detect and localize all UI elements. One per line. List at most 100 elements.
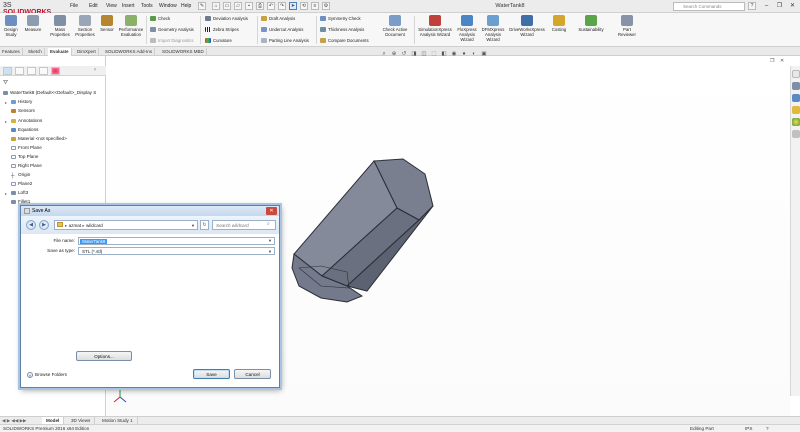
forward-arrow-icon[interactable]: ▶ — [39, 220, 49, 230]
rebuild-icon[interactable]: ⟲ — [300, 2, 308, 10]
doc-restore-icon[interactable]: ❐ — [770, 58, 774, 64]
apply-scene-icon[interactable]: ◐ — [470, 50, 478, 58]
tree-item-sensors[interactable]: Sensors — [11, 108, 35, 113]
edit-appearance-icon[interactable]: ● — [460, 50, 468, 58]
displaymanager-tab-icon[interactable] — [51, 67, 60, 75]
tree-item-front-plane[interactable]: Front Plane — [11, 145, 42, 150]
mass-properties-button[interactable]: Mass Properties — [46, 15, 74, 37]
breadcrumb-item-wildcard[interactable]: wildcard — [86, 223, 103, 228]
curvature-button[interactable]: Curvature — [205, 38, 232, 44]
performance-evaluation-button[interactable]: Performance Evaluation — [117, 15, 145, 37]
thickness-analysis-button[interactable]: Thickness Analysis — [320, 27, 364, 33]
tab-evaluate[interactable]: Evaluate — [48, 48, 72, 56]
water-tank-model[interactable] — [291, 158, 434, 303]
help-question-icon[interactable]: ? — [766, 426, 769, 431]
display-style-icon[interactable]: ◧ — [440, 50, 448, 58]
previous-view-icon[interactable]: ↺ — [400, 50, 408, 58]
menu-tools[interactable]: Tools — [141, 3, 153, 9]
save-as-type-select[interactable]: STL (*.stl) ▼ — [78, 247, 275, 255]
sensor-button[interactable]: Sensor — [98, 15, 116, 32]
address-dropdown-icon[interactable]: ▼ — [191, 221, 195, 230]
dfmxpress-button[interactable]: DFMXpress Analysis Wizard — [480, 15, 506, 42]
tree-item-origin[interactable]: ┼ Origin — [11, 172, 30, 179]
expand-arrow-icon[interactable]: ▸ — [5, 191, 7, 196]
menu-insert[interactable]: Insert — [122, 3, 135, 9]
menu-edit[interactable]: Edit — [89, 3, 98, 9]
expand-arrow-icon[interactable]: ▸ — [5, 119, 7, 124]
address-bar[interactable]: ▸ azmat ▸ wildcard ▼ — [54, 220, 198, 230]
section-properties-button[interactable]: Section Properties — [74, 15, 96, 37]
file-properties-icon[interactable]: ≡ — [311, 2, 319, 10]
zoom-to-fit-icon[interactable]: ⌕ — [380, 50, 388, 58]
tree-root[interactable]: WaterTank8 (Default<<Default>_Display S — [3, 90, 96, 95]
options-gear-icon[interactable]: ⚙ — [322, 2, 330, 10]
doc-close-icon[interactable]: ✕ — [780, 58, 784, 64]
zebra-stripes-button[interactable]: Zebra Stripes — [205, 27, 239, 33]
configurationmanager-tab-icon[interactable] — [27, 67, 36, 75]
sustainability-button[interactable]: Sustainability — [574, 15, 608, 32]
simulationxpress-button[interactable]: SimulationXpress Analysis Wizard — [416, 15, 454, 37]
home-icon[interactable]: ⌂ — [212, 2, 220, 10]
part-reviewer-button[interactable]: Part Reviewer — [614, 15, 640, 37]
menu-file[interactable]: File — [70, 3, 78, 9]
file-name-dropdown-icon[interactable]: ▼ — [268, 238, 272, 243]
print-icon[interactable]: ⎙ — [256, 2, 264, 10]
pin-icon[interactable]: ✎ — [198, 2, 206, 10]
tree-item-material[interactable]: Material <not specified> — [11, 136, 67, 141]
menu-window[interactable]: Window — [159, 3, 177, 9]
measure-button[interactable]: Measure — [22, 15, 44, 32]
save-icon[interactable]: ▪ — [245, 2, 253, 10]
featuremanager-tab-icon[interactable] — [3, 67, 12, 75]
view-palette-icon[interactable] — [792, 106, 800, 114]
close-icon[interactable]: ✕ — [788, 1, 797, 11]
unit-system[interactable]: IPS — [745, 426, 752, 431]
menu-view[interactable]: View — [106, 3, 117, 9]
view-orientation-icon[interactable]: ⬚ — [430, 50, 438, 58]
custom-properties-icon[interactable] — [792, 130, 800, 138]
undo-icon[interactable]: ↶ — [267, 2, 275, 10]
search-icon[interactable]: ⌕ — [267, 221, 270, 227]
save-button[interactable]: Save — [193, 369, 230, 379]
view-settings-icon[interactable]: ▣ — [480, 50, 488, 58]
solidworks-resources-icon[interactable] — [792, 70, 800, 78]
help-question-icon[interactable]: ? — [748, 2, 756, 10]
filter-icon[interactable]: ⛛ — [3, 80, 8, 87]
design-study-button[interactable]: Design Study — [2, 15, 20, 37]
floxpress-button[interactable]: FloXpress Analysis Wizard — [455, 15, 479, 42]
check-active-document-button[interactable]: Check Active Document — [378, 15, 412, 37]
tree-item-annotations[interactable]: Annotations — [11, 118, 42, 123]
appearances-icon[interactable] — [792, 118, 800, 126]
save-as-type-dropdown-icon[interactable]: ▼ — [268, 248, 272, 255]
tree-item-right-plane[interactable]: Right Plane — [11, 163, 42, 168]
tree-item-loft3[interactable]: Loft3 — [11, 190, 28, 195]
tree-item-equations[interactable]: Equations — [11, 127, 38, 132]
select-icon[interactable]: ➤ — [289, 2, 297, 10]
back-arrow-icon[interactable]: ◀ — [26, 220, 36, 230]
options-button[interactable]: Options... — [76, 351, 132, 361]
tab-solidworks-add-ins[interactable]: SOLIDWORKS Add-Ins — [103, 48, 156, 56]
tree-item-fillet1[interactable]: Fillet1 — [11, 199, 30, 204]
search-commands-input[interactable]: Search Commands — [673, 2, 745, 11]
menu-help[interactable]: Help — [181, 3, 191, 9]
tree-item-top-plane[interactable]: Top Plane — [11, 154, 38, 159]
driveworksxpress-button[interactable]: DriveWorksXpress Wizard — [507, 15, 547, 37]
breadcrumb-item-azmat[interactable]: azmat — [69, 223, 82, 228]
import-diagnostics-button[interactable]: Import Diagnostics — [150, 38, 194, 44]
tab-solidworks-mbd[interactable]: SOLIDWORKS MBD — [160, 48, 207, 56]
app-logo[interactable]: 3S SOLIDWORKS — [3, 2, 51, 16]
section-view-icon[interactable]: ◨ — [410, 50, 418, 58]
draft-analysis-button[interactable]: Draft Analysis — [261, 16, 295, 22]
tab-sketch[interactable]: Sketch — [26, 48, 45, 56]
cancel-button[interactable]: Cancel — [234, 369, 271, 379]
dialog-close-button[interactable]: ✕ — [266, 207, 277, 215]
deviation-analysis-button[interactable]: Deviation Analysis — [205, 16, 248, 22]
check-button[interactable]: Check — [150, 16, 170, 22]
open-icon[interactable]: ▱ — [234, 2, 242, 10]
browse-folders-toggle[interactable]: ˄ Browse Folders — [27, 372, 67, 378]
tree-item-history[interactable]: History — [11, 99, 32, 104]
parting-line-analysis-button[interactable]: Parting Line Analysis — [261, 38, 309, 44]
tab-features[interactable]: Features — [0, 48, 23, 56]
expand-panel-icon[interactable]: › — [94, 67, 96, 73]
new-document-icon[interactable]: ▭ — [223, 2, 231, 10]
file-explorer-icon[interactable] — [792, 94, 800, 102]
